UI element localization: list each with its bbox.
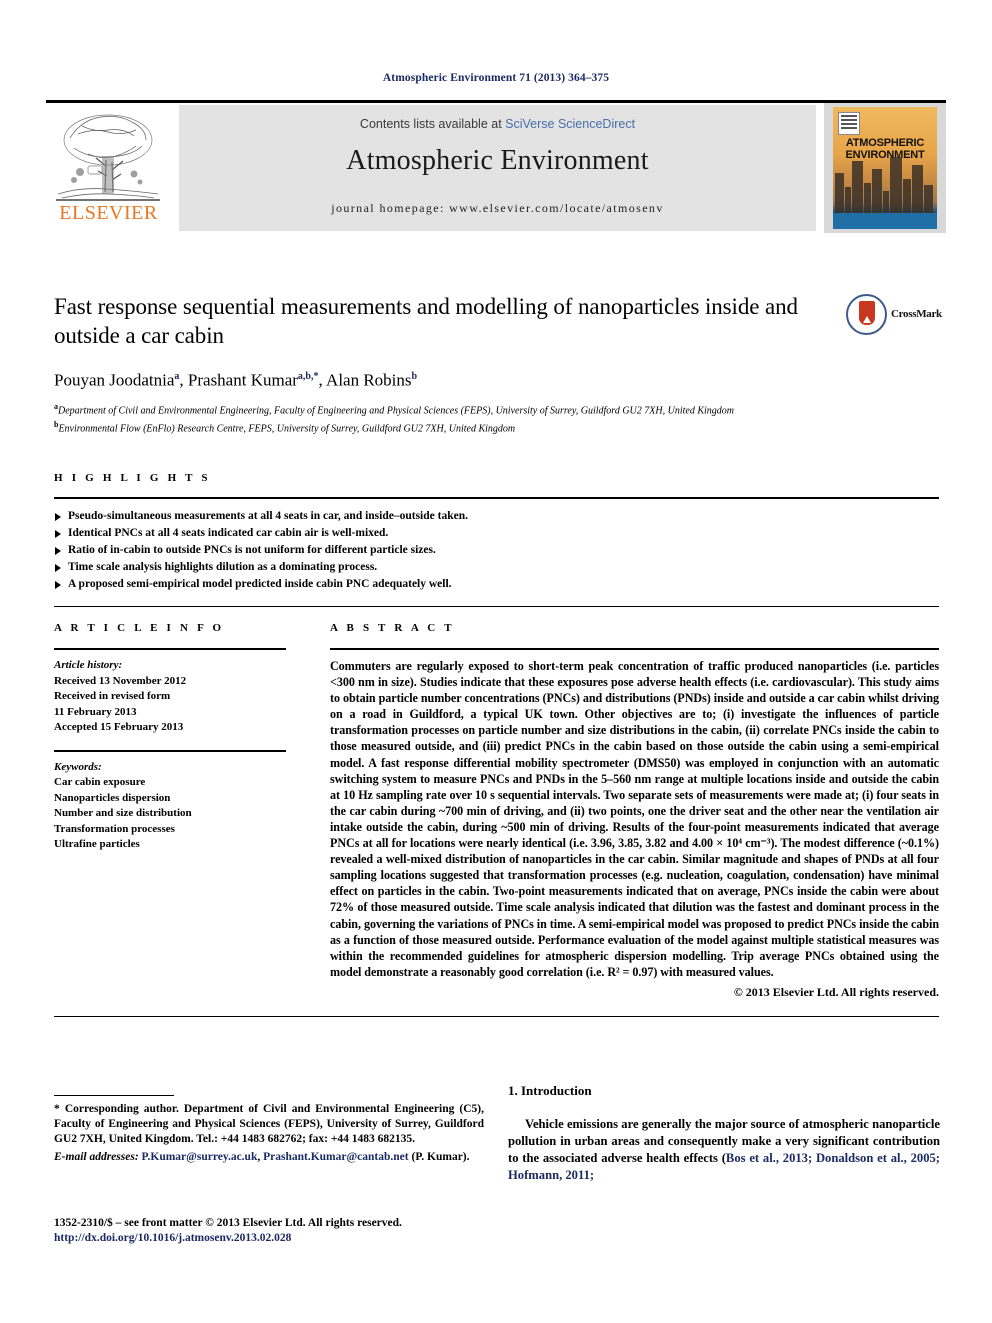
affil-marker-ab: a,b, xyxy=(297,371,314,382)
affiliation-a-text: Department of Civil and Environmental En… xyxy=(58,404,734,416)
keyword-item: Car cabin exposure xyxy=(54,776,146,788)
article-history-label: Article history: xyxy=(54,659,123,671)
journal-band: Contents lists available at SciVerse Sci… xyxy=(179,105,816,231)
footnote-block: * Corresponding author. Department of Ci… xyxy=(54,1095,484,1165)
article-info-divider-top xyxy=(54,648,286,650)
article-info-divider-mid xyxy=(54,749,286,752)
history-line: Received 13 November 2012 xyxy=(54,674,187,687)
highlights-divider xyxy=(54,497,939,499)
highlights-heading: H I G H L I G H T S xyxy=(54,472,211,484)
abstract-heading: A B S T R A C T xyxy=(330,622,455,634)
list-item: Pseudo-simultaneous measurements at all … xyxy=(54,508,939,525)
journal-cover-thumbnail: ATMOSPHERIC ENVIRONMENT xyxy=(824,103,946,233)
cover-title-line1: ATMOSPHERIC xyxy=(845,137,925,149)
crossmark-icon xyxy=(846,294,887,335)
article-info-heading: A R T I C L E I N F O xyxy=(54,622,225,634)
email-attribution: (P. Kumar). xyxy=(411,1151,470,1163)
abstract-body: Commuters are regularly exposed to short… xyxy=(330,659,939,979)
keyword-item: Nanoparticles dispersion xyxy=(54,791,171,804)
affiliation-b: bEnvironmental Flow (EnFlo) Research Cen… xyxy=(54,419,516,435)
keyword-item: Transformation processes xyxy=(54,822,175,835)
journal-masthead: ELSEVIER Contents lists available at Sci… xyxy=(46,100,946,233)
journal-title: Atmospheric Environment xyxy=(346,145,649,176)
page-title: Fast response sequential measurements an… xyxy=(54,294,798,348)
author-list: Pouyan Joodatniaa, Prashant Kumara,b,*, … xyxy=(54,370,418,390)
crossmark-label: CrossMark xyxy=(891,308,942,320)
highlights-list: Pseudo-simultaneous measurements at all … xyxy=(54,508,939,593)
cover-art: ATMOSPHERIC ENVIRONMENT xyxy=(833,107,937,229)
contents-prefix: Contents lists available at xyxy=(359,117,506,131)
elsevier-wordmark: ELSEVIER xyxy=(59,202,158,224)
footnote-divider xyxy=(54,1095,174,1096)
article-info-section: A R T I C L E I N F O Article history: R… xyxy=(54,622,286,853)
history-line: 11 February 2013 xyxy=(54,705,137,718)
history-line: Received in revised form xyxy=(54,690,171,702)
list-item: A proposed semi-empirical model predicte… xyxy=(54,576,939,593)
abstract-copyright: © 2013 Elsevier Ltd. All rights reserved… xyxy=(733,984,939,999)
abstract-divider xyxy=(330,648,939,650)
history-line: Accepted 15 February 2013 xyxy=(54,721,184,733)
list-item: Time scale analysis highlights dilution … xyxy=(54,559,939,576)
introduction-paragraph: Vehicle emissions are generally the majo… xyxy=(508,1116,940,1184)
affil-marker-b: b xyxy=(411,371,418,382)
affiliation-b-text: Environmental Flow (EnFlo) Research Cent… xyxy=(58,423,516,435)
email-link-1[interactable]: P.Kumar@surrey.ac.uk xyxy=(142,1151,258,1163)
introduction-section: 1. Introduction Vehicle emissions are ge… xyxy=(508,1083,940,1184)
highlights-bottom-divider xyxy=(54,606,939,607)
email-link-2[interactable]: Prashant.Kumar@cantab.net xyxy=(263,1151,409,1163)
cover-waterfront xyxy=(833,213,937,229)
journal-homepage[interactable]: journal homepage: www.elsevier.com/locat… xyxy=(179,201,816,216)
email-label: E-mail addresses: xyxy=(54,1151,139,1163)
list-item: Ratio of in-cabin to outside PNCs is not… xyxy=(54,542,939,559)
elsevier-tree-icon xyxy=(56,114,160,201)
cover-skyline xyxy=(833,151,937,213)
issn-line: 1352-2310/$ – see front matter © 2013 El… xyxy=(54,1217,402,1229)
sciencedirect-link[interactable]: SciVerse ScienceDirect xyxy=(505,117,635,131)
keywords-block: Keywords: Car cabin exposure Nanoparticl… xyxy=(54,760,286,853)
keyword-item: Number and size distribution xyxy=(54,807,192,819)
highlights-section: H I G H L I G H T S Pseudo-simultaneous … xyxy=(54,472,939,593)
paper-page: Atmospheric Environment 71 (2013) 364–37… xyxy=(0,0,992,1323)
crossmark-badge[interactable]: CrossMark xyxy=(846,294,942,338)
contents-available-line: Contents lists available at SciVerse Sci… xyxy=(179,117,816,131)
corresponding-marker: * xyxy=(313,371,319,382)
abstract-bottom-divider xyxy=(54,1016,939,1017)
running-head: Atmospheric Environment 71 (2013) 364–37… xyxy=(382,72,610,84)
email-note: E-mail addresses: P.Kumar@surrey.ac.uk, … xyxy=(54,1151,470,1163)
list-item: Identical PNCs at all 4 seats indicated … xyxy=(54,525,939,542)
title-block: Fast response sequential measurements an… xyxy=(54,292,824,435)
elsevier-logo: ELSEVIER xyxy=(46,108,171,230)
introduction-heading: 1. Introduction xyxy=(508,1083,592,1098)
keyword-item: Ultrafine particles xyxy=(54,838,140,850)
cover-publisher-mark-icon xyxy=(838,112,860,135)
keywords-label: Keywords: xyxy=(54,760,102,773)
doi-link[interactable]: http://dx.doi.org/10.1016/j.atmosenv.201… xyxy=(54,1231,484,1246)
affiliation-a: aDepartment of Civil and Environmental E… xyxy=(54,401,734,416)
corresponding-author-note: * Corresponding author. Department of Ci… xyxy=(54,1103,484,1145)
article-history: Article history: Received 13 November 20… xyxy=(54,658,286,736)
issn-block: 1352-2310/$ – see front matter © 2013 El… xyxy=(54,1216,484,1246)
affil-marker-a: a xyxy=(174,371,180,382)
abstract-section: A B S T R A C T Commuters are regularly … xyxy=(330,622,939,1000)
